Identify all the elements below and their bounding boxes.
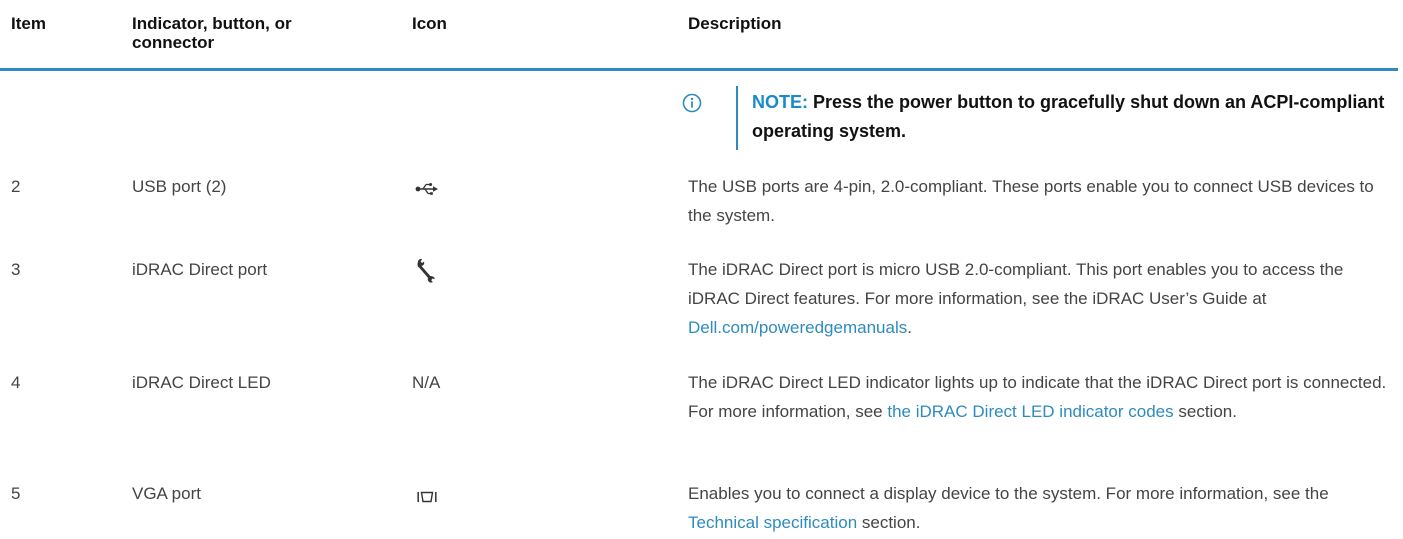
description-text-end: section. xyxy=(857,513,921,532)
row-indicator-label: USB port (2) xyxy=(132,177,227,196)
row-item-number: 2 xyxy=(11,177,21,196)
description-text: Enables you to connect a display device … xyxy=(688,484,1329,503)
note-label: NOTE: xyxy=(752,92,808,112)
row-indicator-label: VGA port xyxy=(132,484,201,503)
row-indicator-label: iDRAC Direct LED xyxy=(132,373,271,392)
row-description: The iDRAC Direct port is micro USB 2.0-c… xyxy=(688,255,1388,342)
wrench-icon xyxy=(416,258,438,289)
row-description: The iDRAC Direct LED indicator lights up… xyxy=(688,368,1388,426)
row-item-number: 3 xyxy=(11,260,21,279)
header-indicator: Indicator, button, or connector xyxy=(132,14,292,52)
note-text: NOTE: Press the power button to graceful… xyxy=(752,88,1392,146)
row-item-number: 4 xyxy=(11,373,21,392)
row-icon-text: N/A xyxy=(412,373,441,392)
header-divider xyxy=(0,68,1398,71)
header-icon: Icon xyxy=(412,14,447,33)
description-text-end: section. xyxy=(1173,402,1237,421)
row-item-number: 5 xyxy=(11,484,21,503)
header-description: Description xyxy=(688,14,782,33)
info-icon xyxy=(682,93,702,113)
note-body: Press the power button to gracefully shu… xyxy=(752,92,1385,141)
usb-icon xyxy=(415,182,439,201)
manuals-link[interactable]: Dell.com/poweredgemanuals xyxy=(688,318,907,337)
note-divider xyxy=(736,86,738,150)
row-description: Enables you to connect a display device … xyxy=(688,479,1388,537)
row-indicator-label: iDRAC Direct port xyxy=(132,260,268,279)
header-item: Item xyxy=(11,14,46,33)
note-callout: NOTE: Press the power button to graceful… xyxy=(676,86,1396,152)
technical-specification-link[interactable]: Technical specification xyxy=(688,513,857,532)
led-indicator-codes-link[interactable]: the iDRAC Direct LED indicator codes xyxy=(887,402,1173,421)
description-text: The iDRAC Direct port is micro USB 2.0-c… xyxy=(688,260,1344,308)
row-description: The USB ports are 4-pin, 2.0-compliant. … xyxy=(688,177,1374,225)
vga-icon xyxy=(417,490,437,508)
description-text-end: . xyxy=(907,318,912,337)
